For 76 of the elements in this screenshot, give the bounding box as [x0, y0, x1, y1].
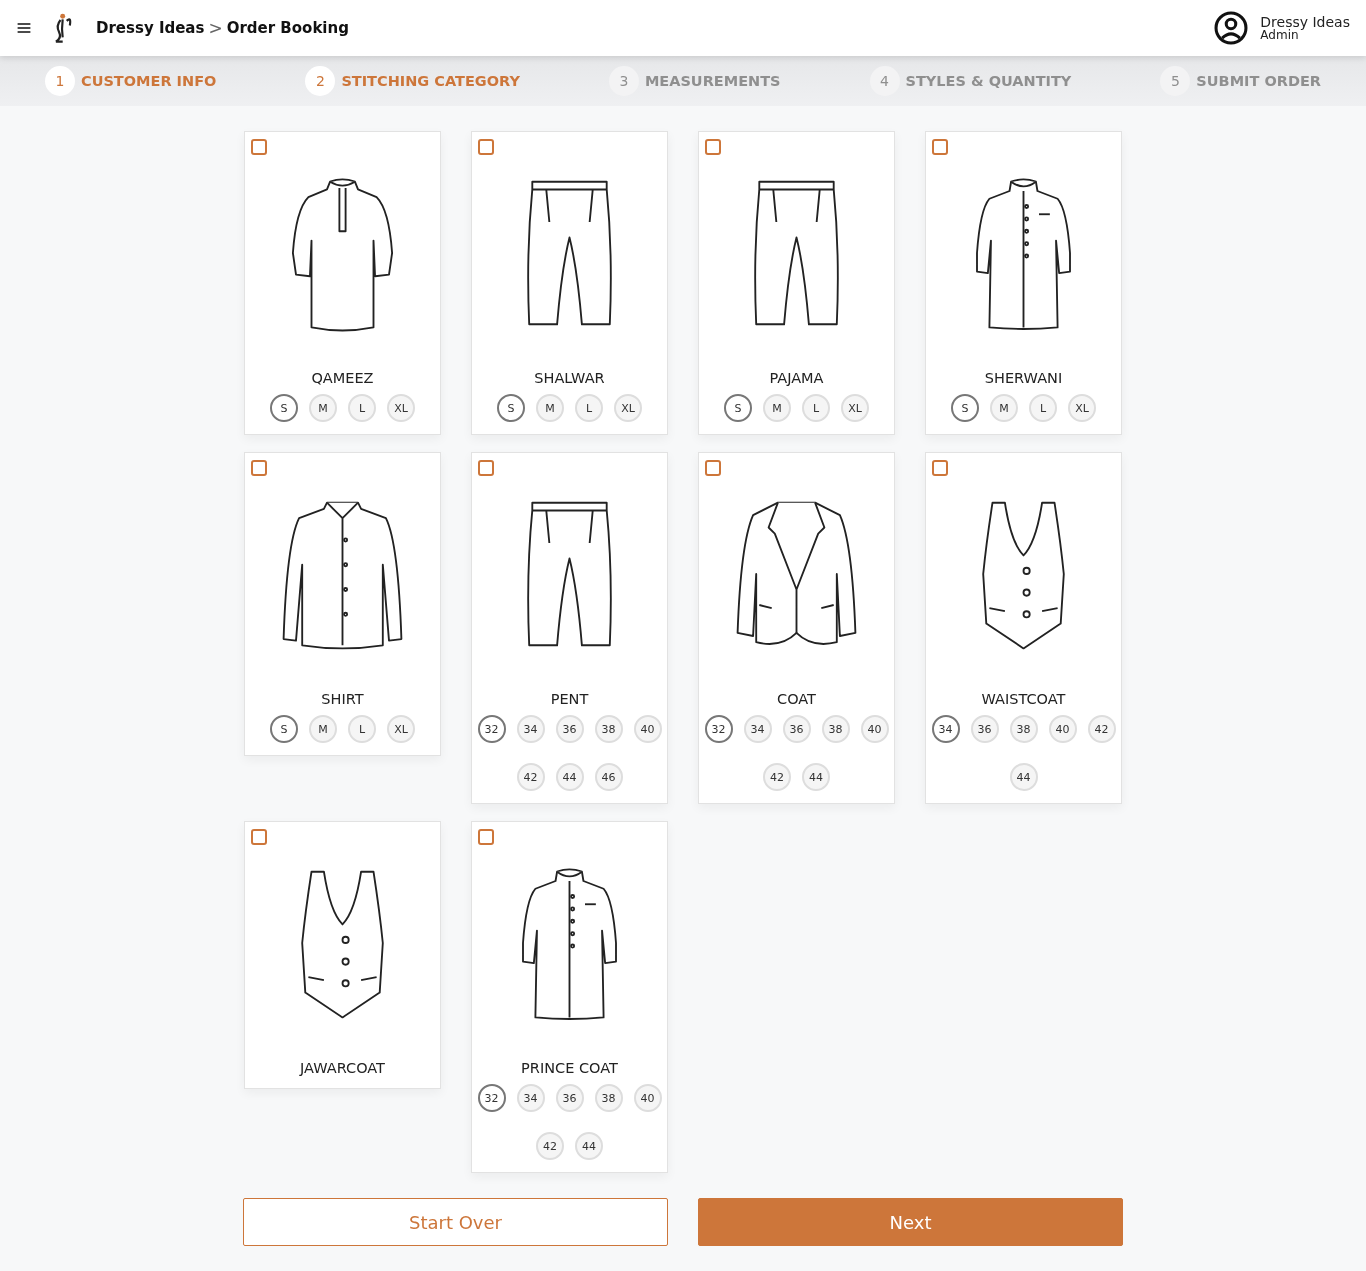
size-option[interactable]: M [309, 715, 337, 743]
size-option[interactable]: 38 [1009, 715, 1038, 743]
breadcrumb-separator: > [208, 18, 223, 38]
user-role: Admin [1260, 29, 1299, 41]
size-option[interactable]: 36 [555, 1084, 584, 1112]
checkbox[interactable] [932, 460, 948, 476]
size-option[interactable]: L [802, 394, 830, 422]
size-option[interactable]: 40 [1048, 715, 1077, 743]
garment-name: SHIRT [321, 691, 364, 707]
garment-name: PAJAMA [769, 370, 824, 386]
size-option[interactable]: S [497, 394, 525, 422]
checkbox[interactable] [478, 139, 494, 155]
size-option[interactable]: S [270, 394, 298, 422]
size-option[interactable]: 40 [633, 1084, 662, 1112]
size-option[interactable]: 42 [516, 763, 545, 791]
size-option[interactable]: 40 [860, 715, 889, 743]
size-option[interactable]: 34 [516, 715, 545, 743]
size-option[interactable]: 36 [970, 715, 999, 743]
size-option[interactable]: 42 [1087, 715, 1116, 743]
checkbox[interactable] [932, 139, 948, 155]
checkbox[interactable] [478, 460, 494, 476]
size-option[interactable]: L [348, 715, 376, 743]
size-option[interactable]: L [1029, 394, 1057, 422]
garment-name: SHALWAR [534, 370, 605, 386]
size-option[interactable]: XL [614, 394, 642, 422]
size-option[interactable]: 34 [516, 1084, 545, 1112]
checkbox[interactable] [251, 460, 267, 476]
size-option[interactable]: 40 [633, 715, 662, 743]
size-option[interactable]: 32 [477, 1084, 506, 1112]
size-option[interactable]: 44 [555, 763, 584, 791]
menu-icon[interactable] [16, 20, 32, 36]
size-option[interactable]: 44 [802, 763, 830, 791]
size-option[interactable]: S [724, 394, 752, 422]
size-option[interactable]: S [951, 394, 979, 422]
checkbox[interactable] [251, 829, 267, 845]
garment-name: PENT [550, 691, 589, 707]
size-option[interactable]: M [763, 394, 791, 422]
size-option[interactable]: M [536, 394, 564, 422]
brand-link[interactable]: Dressy Ideas [96, 19, 205, 37]
size-option[interactable]: S [270, 715, 298, 743]
checkbox[interactable] [705, 139, 721, 155]
wizard-step[interactable]: 1 CUSTOMER INFO [45, 66, 217, 96]
size-option[interactable]: 32 [477, 715, 506, 743]
user-avatar-icon [1214, 11, 1249, 45]
garment-name: WAISTCOAT [981, 691, 1066, 707]
size-option[interactable]: XL [387, 715, 415, 743]
size-option[interactable]: M [309, 394, 337, 422]
user-name: Dressy Ideas [1260, 15, 1350, 29]
size-option[interactable]: XL [841, 394, 869, 422]
size-option[interactable]: L [575, 394, 603, 422]
size-option[interactable]: 36 [555, 715, 584, 743]
checkbox[interactable] [478, 829, 494, 845]
size-option[interactable]: 46 [594, 763, 623, 791]
size-option[interactable]: 38 [821, 715, 850, 743]
size-option[interactable]: XL [1068, 394, 1096, 422]
size-option[interactable]: L [348, 394, 376, 422]
size-option[interactable]: XL [387, 394, 415, 422]
size-option[interactable]: 34 [743, 715, 772, 743]
size-option[interactable]: 38 [594, 715, 623, 743]
garment-name: PRINCE COAT [521, 1060, 618, 1076]
size-option[interactable]: 44 [575, 1132, 603, 1160]
checkbox[interactable] [705, 460, 721, 476]
checkbox[interactable] [251, 139, 267, 155]
page-title: Order Booking [226, 19, 349, 37]
garment-name: JAWARCOAT [300, 1060, 385, 1076]
size-option[interactable]: 38 [594, 1084, 623, 1112]
garment-name: SHERWANI [984, 370, 1063, 386]
size-option[interactable]: 44 [1009, 763, 1038, 791]
size-option[interactable]: 42 [763, 763, 791, 791]
garment-name: COAT [777, 691, 816, 707]
size-option[interactable]: 32 [704, 715, 733, 743]
size-option[interactable]: 36 [782, 715, 811, 743]
size-option[interactable]: 34 [931, 715, 960, 743]
size-option[interactable]: 42 [536, 1132, 564, 1160]
size-option[interactable]: M [990, 394, 1018, 422]
garment-name: QAMEEZ [311, 370, 374, 386]
